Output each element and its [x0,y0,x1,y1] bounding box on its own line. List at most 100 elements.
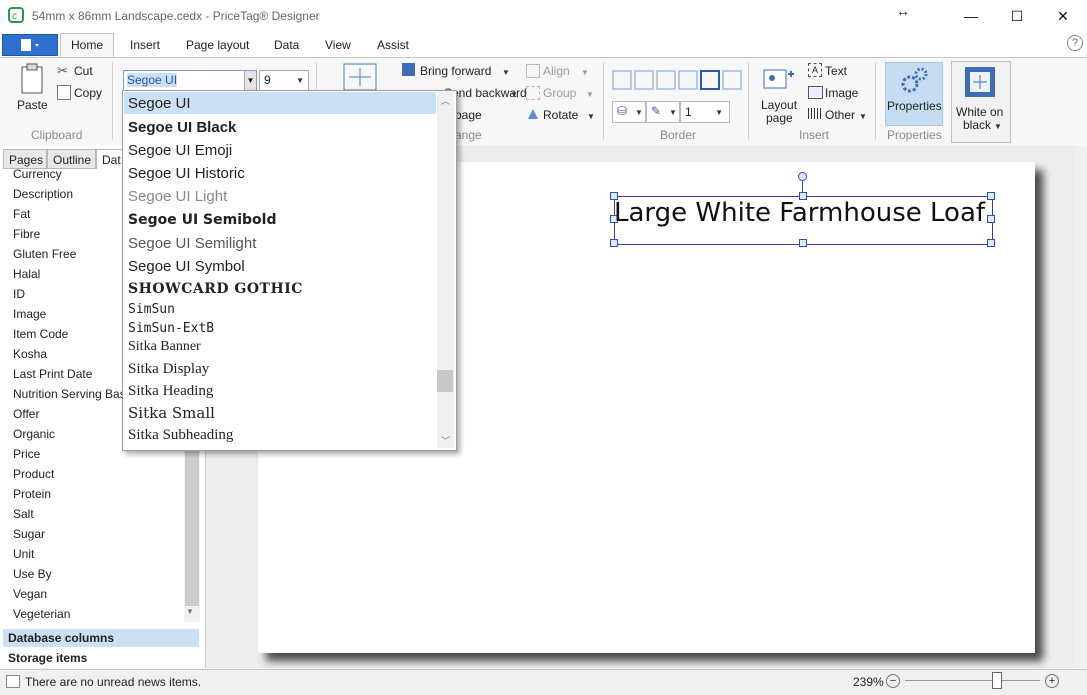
font-option[interactable]: SimSun [128,302,175,317]
field-list-item[interactable]: Protein [13,486,183,506]
align-button[interactable]: Align [543,64,570,78]
align-to-page-button[interactable]: page [455,108,482,122]
tab-data[interactable]: Data [274,38,299,52]
white-on-black-button[interactable]: White on black ▼ [951,61,1011,143]
bring-forward-button[interactable]: Bring forward [420,64,491,78]
font-option[interactable]: Segoe UI Semibold [128,212,276,228]
file-menu-button[interactable] [2,34,58,56]
layout-page-line1[interactable]: Layout [761,98,797,112]
font-option[interactable]: Sitka Banner [128,339,201,355]
chevron-down-icon[interactable]: ▼ [502,68,510,77]
field-list-item[interactable]: Vegan [13,586,183,606]
line-color-button[interactable]: ✎ ▼ [646,101,680,123]
svg-text:c: c [12,11,17,22]
zoom-out-icon[interactable]: − [886,674,900,688]
close-button[interactable]: ✕ [1040,0,1086,32]
layout-page-icon [763,66,795,95]
cut-button[interactable]: Cut [74,64,93,78]
zoom-slider-track[interactable] [905,680,1040,681]
help-icon[interactable]: ? [1067,35,1083,51]
white-on-black-icon [965,67,995,97]
chevron-down-icon: ▼ [581,68,589,77]
scroll-down-icon[interactable]: ﹀ [441,434,450,447]
tab-assist[interactable]: Assist [377,38,409,52]
field-list-item[interactable]: Sugar [13,526,183,546]
field-list-item[interactable]: Unit [13,546,183,566]
font-option[interactable]: Segoe UI [128,95,191,112]
arrange-group-label: ange [455,128,482,142]
font-option[interactable]: Segoe UI Semilight [128,235,256,252]
font-size-value: 9 [264,73,271,87]
resize-handle-ne[interactable] [987,192,995,200]
group-button[interactable]: Group [543,86,576,100]
field-list-item[interactable]: Vegeterian [13,606,183,626]
insert-image-button[interactable]: Image [825,86,858,100]
tab-page-layout[interactable]: Page layout [186,38,249,52]
field-list-item[interactable]: Salt [13,506,183,526]
font-dropdown-scroll-thumb[interactable] [437,370,453,392]
font-option[interactable]: Segoe UI Emoji [128,142,232,159]
paste-button[interactable]: Paste [17,98,48,112]
canvas-scrollbar[interactable] [1074,146,1087,668]
font-option[interactable]: SimSun-ExtB [128,321,214,336]
resize-handle-sw[interactable] [610,239,618,247]
zoom-in-icon[interactable]: + [1045,674,1059,688]
rotate-button[interactable]: Rotate [543,108,578,122]
font-dropdown-scrollbar[interactable] [437,91,454,448]
font-option[interactable]: Sitka Display [128,361,209,378]
zoom-slider-thumb[interactable] [992,672,1002,689]
ribbon-separator [748,62,749,140]
chevron-down-icon: ▼ [669,108,677,117]
scroll-up-icon[interactable]: ︿ [441,94,450,107]
border-group-label: Border [660,128,697,142]
font-family-value: Segoe UI [127,73,178,87]
ribbon-separator [112,62,113,140]
chevron-down-icon: ▼ [715,108,723,117]
rotation-handle[interactable] [798,172,807,181]
chevron-down-icon[interactable]: ▼ [244,71,256,90]
font-option[interactable]: Sitka Heading [128,383,213,400]
insert-text-button[interactable]: Text [825,64,847,78]
copy-button[interactable]: Copy [74,86,102,100]
font-option[interactable]: Segoe UI Black [128,119,236,136]
font-option[interactable]: Sitka Subheading [128,427,233,444]
border-buttons [612,70,743,90]
resize-handle-se[interactable] [987,239,995,247]
insert-other-button[interactable]: Other [825,108,855,122]
field-list-item[interactable]: Product [13,466,183,486]
white-on-black-line1: White on [956,105,1004,119]
font-option[interactable]: Sitka Small [128,404,215,422]
copy-icon [57,85,71,100]
chevron-down-icon[interactable]: ▼ [859,112,867,121]
chevron-down-icon[interactable]: ▼ [587,112,595,121]
font-option[interactable]: Segoe UI Symbol [128,258,245,275]
font-option[interactable]: Segoe UI Historic [128,165,245,182]
font-size-combobox[interactable]: 9 ▼ [259,70,309,91]
chevron-down-icon[interactable]: ▼ [510,90,518,99]
resize-icon[interactable]: ↔ [896,3,910,19]
properties-label: Properties [887,99,942,113]
minimize-button[interactable]: — [948,0,994,32]
database-columns-item[interactable]: Database columns [3,629,199,647]
tab-insert[interactable]: Insert [130,38,160,52]
tab-view[interactable]: View [325,38,351,52]
field-list-item[interactable]: Use By [13,566,183,586]
border-width-value: 1 [685,105,692,119]
tab-home[interactable]: Home [71,38,103,52]
layout-page-line2[interactable]: page [766,111,793,125]
border-width-combobox[interactable]: 1 ▼ [680,101,730,123]
fill-color-button[interactable]: ⛁ ▼ [612,101,646,123]
font-option[interactable]: Segoe UI Light [128,188,227,205]
white-on-black-line2: black [963,118,992,132]
group-icon [526,86,540,100]
font-option[interactable]: SHOWCARD GOTHIC [128,281,303,297]
label-text-object[interactable]: Large White Farmhouse Loaf [614,198,985,228]
ribbon-tabs-bar [0,32,1087,57]
properties-button[interactable]: Properties [885,62,943,126]
maximize-button[interactable]: ☐ [994,0,1040,32]
font-family-combobox[interactable]: Segoe UI ▼ [123,70,257,91]
resize-handle-s[interactable] [799,239,807,247]
storage-items-item[interactable]: Storage items [3,649,199,667]
resize-handle-e[interactable] [987,215,995,223]
scroll-down-icon[interactable]: ▼ [186,607,194,616]
